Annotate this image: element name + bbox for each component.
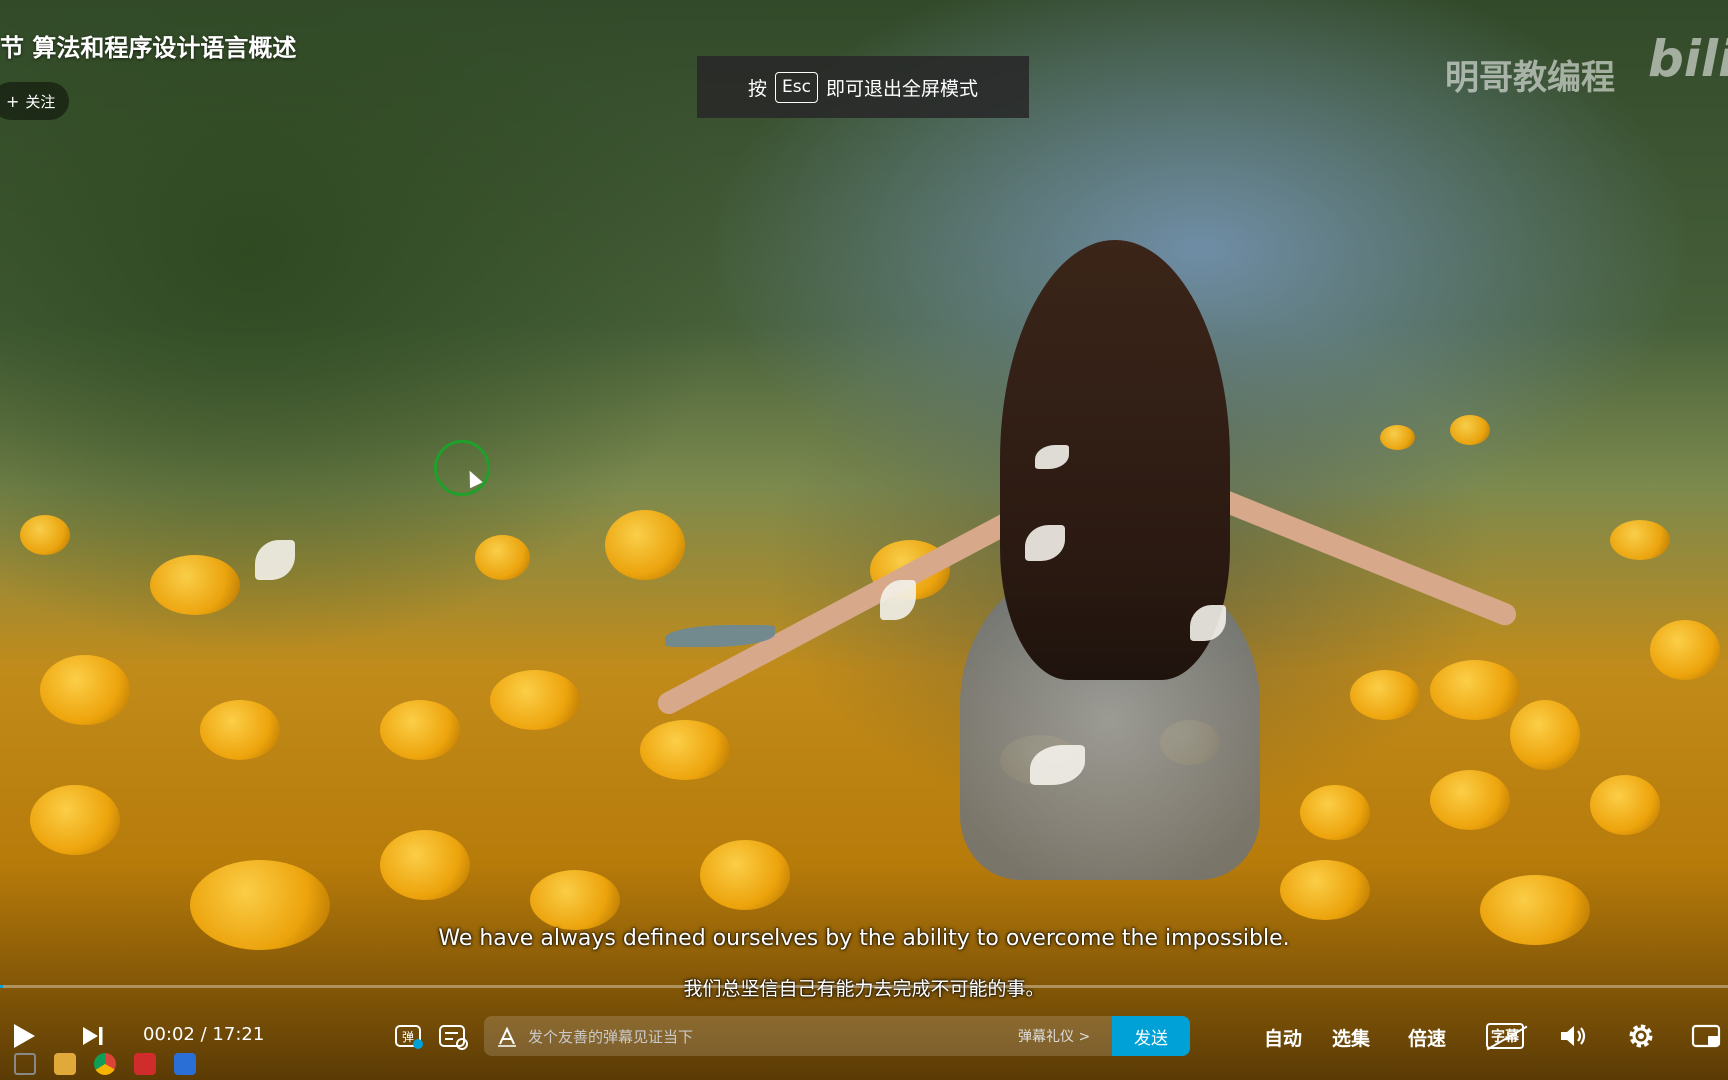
progress-bar[interactable] [0, 985, 1728, 988]
playback-speed-button[interactable]: 倍速 [1408, 1024, 1446, 1051]
video-frame[interactable] [0, 0, 1728, 1080]
current-time: 00:02 [143, 1024, 195, 1045]
flower [530, 870, 620, 930]
danmaku-toggle-icon: 弹 [395, 1025, 423, 1049]
screen-recorder-icon[interactable] [174, 1053, 196, 1075]
flower [20, 515, 70, 555]
wps-office-icon[interactable] [134, 1053, 156, 1075]
file-explorer-icon[interactable] [54, 1053, 76, 1075]
flower [1450, 415, 1490, 445]
danmaku-toggle-label: 弹 [402, 1030, 414, 1044]
os-taskbar [0, 1048, 274, 1080]
danmaku-etiquette-link[interactable]: 弹幕礼仪 > [1018, 1026, 1090, 1046]
flower [1280, 860, 1370, 920]
auto-quality-button[interactable]: 自动 [1264, 1024, 1302, 1051]
video-title: 节 算法和程序设计语言概述 [0, 34, 297, 62]
flower [1350, 670, 1420, 720]
flower [1430, 770, 1510, 830]
flower [490, 670, 580, 730]
time-display: 00:02 / 17:21 [143, 1024, 264, 1045]
settings-button[interactable] [1624, 1014, 1658, 1058]
flower [1510, 700, 1580, 770]
danmaku-toggle-button[interactable]: 弹 [392, 1014, 426, 1058]
danmaku-settings-button[interactable] [436, 1014, 470, 1058]
flower [475, 535, 530, 580]
flower [150, 555, 240, 615]
web-fullscreen-button[interactable] [1690, 1014, 1724, 1058]
flower [1300, 785, 1370, 840]
flower [1430, 660, 1520, 720]
danmaku-settings-icon [439, 1025, 468, 1050]
bilibili-logo-watermark: bili [1648, 30, 1728, 88]
subtitle-button[interactable]: 字幕 [1484, 1014, 1528, 1058]
text-style-icon[interactable] [496, 1026, 518, 1048]
girl-arm-right [1195, 480, 1520, 629]
danmaku-input-box[interactable]: 弹幕礼仪 > [484, 1016, 1190, 1058]
flower [700, 840, 790, 910]
flower [1380, 425, 1415, 450]
task-view-icon[interactable] [14, 1053, 36, 1075]
flower [380, 700, 460, 760]
toast-text-before: 按 [748, 77, 768, 100]
esc-key-badge: Esc [775, 71, 818, 103]
chrome-icon[interactable] [94, 1053, 116, 1075]
butterfly [255, 540, 295, 580]
cursor-highlight-ring [434, 440, 490, 496]
subtitle-icon: 字幕 [1486, 1023, 1528, 1051]
flower [200, 700, 280, 760]
flower [640, 720, 730, 780]
next-icon [83, 1027, 103, 1045]
flower [1610, 520, 1670, 560]
volume-button[interactable] [1556, 1014, 1590, 1058]
flower [1650, 620, 1720, 680]
flower [1590, 775, 1660, 835]
butterfly [880, 580, 916, 620]
play-icon [14, 1024, 35, 1048]
follow-button[interactable]: + 关注 [0, 82, 70, 120]
time-separator: / [200, 1024, 207, 1045]
volume-icon [1561, 1026, 1586, 1046]
progress-fill [0, 985, 4, 988]
subtitle-english: We have always defined ourselves by the … [438, 926, 1290, 951]
flower [605, 510, 685, 580]
flower [380, 830, 470, 900]
flower [30, 785, 120, 855]
gear-icon [1629, 1024, 1653, 1048]
follow-label: 关注 [25, 92, 56, 111]
send-danmaku-button[interactable]: 发送 [1112, 1016, 1190, 1056]
duration: 17:21 [212, 1024, 265, 1045]
toast-text-after: 即可退出全屏模式 [825, 77, 978, 100]
flower [40, 655, 130, 725]
plus-icon: + [6, 91, 20, 111]
episodes-button[interactable]: 选集 [1332, 1024, 1370, 1051]
web-fullscreen-icon [1691, 1024, 1721, 1048]
fullscreen-exit-toast: 按 Esc 即可退出全屏模式 [697, 56, 1029, 118]
channel-watermark: 明哥教编程 [1445, 58, 1615, 98]
danmaku-input[interactable] [526, 1016, 960, 1058]
